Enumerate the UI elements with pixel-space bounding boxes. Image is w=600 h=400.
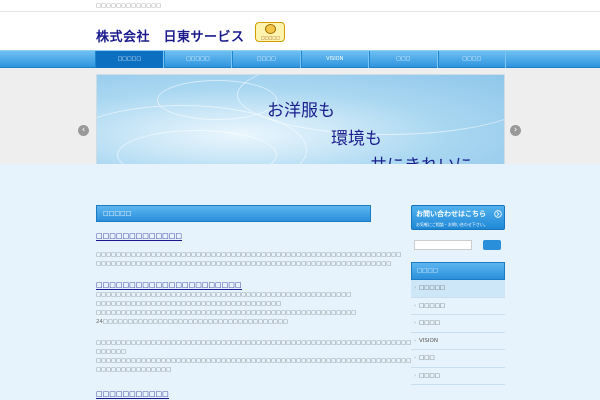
nav-item-3[interactable]: □□□□ — [232, 51, 301, 68]
text-line: 24□□□□□□□□□□□□□□□□□□□□□□□□□□□□□□□□□□□□□ — [96, 319, 288, 325]
paragraph-1: □□□□□□□□□□□□□□□□□□□□□□□□□□□□□□□□□□□□□□□□… — [96, 251, 402, 269]
sidebar-menu: › □□□□□ › □□□□□ › □□□□ › VISION › □□□ › □□□□ — [411, 280, 505, 385]
sidebar-item-label: VISION — [419, 337, 438, 344]
chevron-right-icon: › — [414, 355, 416, 361]
chevron-right-icon: › — [414, 372, 416, 379]
text-line: □□□□□□□□□□□□□□□ — [96, 367, 172, 373]
sidebar: お問い合わせはこちら お気軽にご相談・お問い合わせ下さい。 □□□□ › □□□□… — [411, 205, 505, 400]
site-logo[interactable]: 株式会社 日東サービス — [96, 26, 245, 45]
slider-next-button[interactable]: › — [510, 125, 521, 136]
search-input[interactable] — [414, 240, 472, 250]
site-header: 株式会社 日東サービス □□□□□ — [0, 12, 600, 50]
content-heading-3: □□□□□□□□□□□ — [96, 390, 169, 399]
text-line: □□□□□□□□□□□□□□□□□□□□□□□□□□□□□□□□□□□□□□□□… — [96, 358, 427, 364]
top-bar: □□□□□□□□□□□□□ — [0, 0, 600, 12]
chevron-right-icon: › — [414, 320, 416, 326]
slide-line-2: 環境も — [331, 129, 382, 149]
chevron-right-icon: › — [414, 337, 416, 344]
text-line: □□□□□□□□□□□□□□□□□□□□□□□□□□□□□□□□□□□□□□□□… — [96, 310, 357, 316]
sidebar-item-2[interactable]: › □□□□□ — [411, 297, 505, 315]
content-heading-2: □□□□□□□□□□□□□□□□□□□□□□ — [96, 281, 242, 290]
nav-item-2[interactable]: □□□□□ — [163, 51, 232, 68]
section-title: □□□□□ — [96, 205, 371, 222]
sidebar-item-label: □□□ — [419, 355, 435, 361]
sidebar-item-1[interactable]: › □□□□□ — [411, 280, 505, 298]
nav-item-5[interactable]: □□□ — [369, 51, 438, 68]
sidebar-item-label: □□□□ — [419, 372, 440, 379]
global-nav: □□□□□ □□□□□ □□□□ VISION □□□ □□□□ — [0, 50, 600, 68]
text-line: □□□□□□□□□□□□□□□□□□□□□□□□□□□□□□□□□□□□□□□□… — [96, 340, 427, 346]
sidebar-item-6[interactable]: › □□□□ — [411, 367, 505, 385]
contact-title: お問い合わせはこちら — [416, 210, 486, 218]
sidebar-menu-title: □□□□ — [411, 262, 505, 280]
sidebar-item-label: □□□□□ — [419, 302, 445, 309]
chevron-right-icon: › — [414, 285, 416, 291]
contact-subtext: お気軽にご相談・お問い合わせ下さい。 — [416, 222, 488, 227]
contact-button[interactable]: お問い合わせはこちら お気軽にご相談・お問い合わせ下さい。 — [411, 205, 505, 230]
hero-slider: ‹ お洋服も 環境も 共にきれいに › — [0, 68, 600, 184]
site-tagline: □□□□□□□□□□□□□ — [96, 3, 162, 9]
badge-caption: □□□□□ — [261, 35, 280, 40]
slider-prev-button[interactable]: ‹ — [78, 125, 89, 136]
main-content: □□□□□ □□□□□□□□□□□□□ □□□□□□□□□□□□□□□□□□□□… — [96, 205, 427, 400]
nav-item-vision[interactable]: VISION — [300, 51, 369, 68]
content-heading-1: □□□□□□□□□□□□□ — [96, 232, 182, 241]
text-line: □□□□□□□□□□□□□□□□□□□□□□□□□□□□□□□□□□□□□ — [96, 301, 282, 307]
text-line: □□□□□□□□□□□□□□□□□□□□□□□□□□□□□□□□□□□□□□□□… — [96, 261, 392, 267]
mascot-badge: □□□□□ — [255, 22, 285, 42]
chevron-right-icon: › — [414, 302, 416, 309]
paragraph-2: □□□□□□□□□□□□□□□□□□□□□□□□□□□□□□□□□□□□□□□□… — [96, 291, 366, 327]
mascot-face-icon — [265, 24, 276, 34]
sidebar-item-label: □□□□□ — [419, 285, 445, 291]
sidebar-item-vision[interactable]: › VISION — [411, 332, 505, 350]
text-line: □□□□□□□□□□□□□□□□□□□□□□□□□□□□□□□□□□□□□□□□… — [96, 292, 352, 298]
nav-item-6[interactable]: □□□□ — [437, 51, 506, 68]
slide-line-1: お洋服も — [267, 101, 335, 121]
text-line: □□□□□□□□□□□□□□□□□□□□□□□□□□□□□□□□□□□□□□□□… — [96, 252, 402, 258]
sidebar-item-label: □□□□ — [419, 320, 440, 326]
nav-item-1[interactable]: □□□□□ — [95, 51, 164, 68]
search-button[interactable] — [483, 240, 501, 250]
paragraph-3: □□□□□□□□□□□□□□□□□□□□□□□□□□□□□□□□□□□□□□□□… — [96, 339, 427, 375]
text-line: □□□□□□ — [96, 349, 127, 355]
sidebar-item-3[interactable]: › □□□□ — [411, 315, 505, 333]
arrow-circle-icon — [494, 210, 502, 218]
water-ripple — [157, 80, 277, 120]
sidebar-item-5[interactable]: › □□□ — [411, 350, 505, 368]
